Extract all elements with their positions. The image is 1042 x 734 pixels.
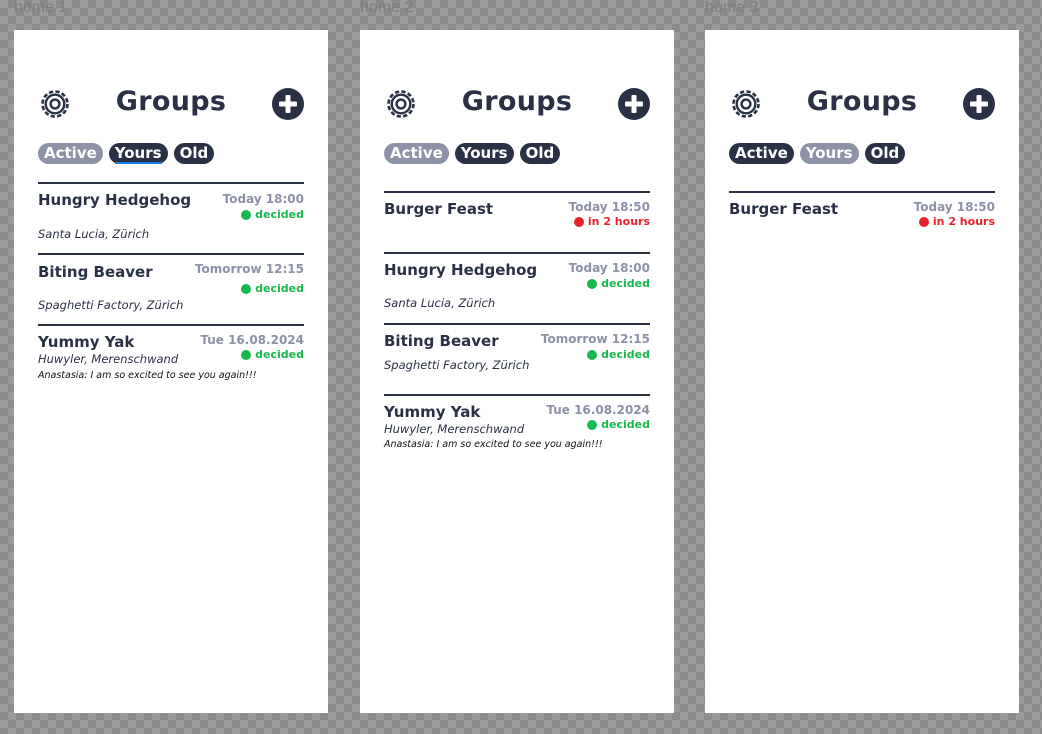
plus-circle-icon[interactable] bbox=[272, 88, 304, 120]
list-item[interactable]: Yummy Yak Tue 16.08.2024 decided Huwyler… bbox=[38, 324, 304, 394]
status-dot-icon bbox=[573, 216, 584, 227]
list-item[interactable]: Biting Beaver Tomorrow 12:15 decided Spa… bbox=[38, 253, 304, 324]
tab-label: Active bbox=[735, 144, 788, 162]
group-time: Today 18:00 bbox=[222, 192, 304, 206]
group-time: Tomorrow 12:15 bbox=[540, 332, 650, 346]
status-dot-icon bbox=[587, 419, 598, 430]
header: Groups bbox=[384, 86, 650, 120]
status-dot-icon bbox=[241, 209, 252, 220]
status-dot-icon bbox=[587, 349, 598, 360]
group-location: Huwyler, Merenschwand bbox=[384, 422, 525, 436]
status-label: decided bbox=[601, 418, 650, 431]
status-badge: in 2 hours bbox=[573, 215, 650, 228]
status-label: decided bbox=[255, 348, 304, 361]
list-item[interactable]: Burger Feast Today 18:50 in 2 hours bbox=[729, 191, 995, 252]
status-label: decided bbox=[255, 208, 304, 221]
list-item[interactable]: Yummy Yak Tue 16.08.2024 decided Huwyler… bbox=[384, 394, 650, 464]
group-location: Santa Lucia, Zürich bbox=[38, 227, 150, 241]
group-name: Hungry Hedgehog bbox=[384, 261, 538, 279]
group-name: Biting Beaver bbox=[384, 332, 499, 350]
status-badge: decided bbox=[241, 348, 304, 361]
group-time: Today 18:50 bbox=[913, 200, 995, 214]
tab-active[interactable]: Active bbox=[384, 143, 449, 164]
tab-label: Yours bbox=[460, 144, 508, 162]
status-dot-icon bbox=[587, 278, 598, 289]
page-title: Groups bbox=[115, 86, 227, 117]
group-time: Today 18:50 bbox=[568, 200, 650, 214]
screen-home-2: Groups Active Yours Old Burger Feast Tod… bbox=[360, 30, 674, 713]
header: Groups bbox=[729, 86, 995, 120]
tab-label: Active bbox=[390, 144, 443, 162]
status-label: in 2 hours bbox=[587, 215, 650, 228]
group-name: Yummy Yak bbox=[38, 333, 135, 351]
frame-label-home-3: home 3 bbox=[705, 0, 759, 16]
list-item[interactable]: Hungry Hedgehog Today 18:00 decided Sant… bbox=[38, 182, 304, 253]
group-time: Tomorrow 12:15 bbox=[194, 262, 304, 276]
frame-label-home-1: home 1 bbox=[14, 0, 68, 16]
status-badge: decided bbox=[241, 208, 304, 221]
group-location: Huwyler, Merenschwand bbox=[38, 352, 179, 366]
tab-label: Old bbox=[179, 144, 209, 162]
plus-circle-icon[interactable] bbox=[618, 88, 650, 120]
plus-circle-icon[interactable] bbox=[963, 88, 995, 120]
frame-label-home-2: home 2 bbox=[360, 0, 414, 16]
group-name: Yummy Yak bbox=[384, 403, 481, 421]
group-name: Hungry Hedgehog bbox=[38, 191, 192, 209]
group-list: Burger Feast Today 18:50 in 2 hours Hung… bbox=[384, 191, 650, 464]
status-label: in 2 hours bbox=[932, 215, 995, 228]
tab-label: Yours bbox=[114, 144, 162, 164]
group-location: Spaghetti Factory, Zürich bbox=[384, 358, 530, 372]
group-time: Tue 16.08.2024 bbox=[546, 403, 650, 417]
status-label: decided bbox=[601, 348, 650, 361]
tab-old[interactable]: Old bbox=[864, 143, 906, 164]
status-dot-icon bbox=[241, 283, 252, 294]
group-name: Biting Beaver bbox=[38, 263, 153, 281]
status-label: decided bbox=[255, 282, 304, 295]
tab-label: Yours bbox=[805, 144, 853, 162]
status-dot-icon bbox=[241, 349, 252, 360]
tab-label: Active bbox=[44, 144, 97, 162]
status-badge: decided bbox=[587, 348, 650, 361]
tab-bar: Active Yours Old bbox=[729, 143, 906, 164]
group-name: Burger Feast bbox=[384, 200, 494, 218]
tab-old[interactable]: Old bbox=[173, 143, 215, 164]
tab-bar: Active Yours Old bbox=[384, 143, 561, 164]
tab-active[interactable]: Active bbox=[729, 143, 794, 164]
group-list: Hungry Hedgehog Today 18:00 decided Sant… bbox=[38, 182, 304, 394]
tab-active[interactable]: Active bbox=[38, 143, 103, 164]
last-message: Anastasia: I am so excited to see you ag… bbox=[38, 370, 257, 381]
status-label: decided bbox=[601, 277, 650, 290]
tab-yours[interactable]: Yours bbox=[799, 143, 859, 164]
page-title: Groups bbox=[806, 86, 918, 117]
group-time: Today 18:00 bbox=[568, 261, 650, 275]
header: Groups bbox=[38, 86, 304, 120]
last-message: Anastasia: I am so excited to see you ag… bbox=[384, 439, 603, 450]
tab-label: Old bbox=[525, 144, 555, 162]
list-item[interactable]: Biting Beaver Tomorrow 12:15 decided Spa… bbox=[384, 323, 650, 394]
tab-yours[interactable]: Yours bbox=[454, 143, 514, 164]
status-badge: decided bbox=[587, 277, 650, 290]
status-badge: decided bbox=[587, 418, 650, 431]
group-list: Burger Feast Today 18:50 in 2 hours bbox=[729, 191, 995, 252]
page-title: Groups bbox=[461, 86, 573, 117]
tab-old[interactable]: Old bbox=[519, 143, 561, 164]
list-item[interactable]: Burger Feast Today 18:50 in 2 hours bbox=[384, 191, 650, 252]
tab-label: Old bbox=[870, 144, 900, 162]
group-location: Spaghetti Factory, Zürich bbox=[38, 298, 184, 312]
screen-home-1: Groups Active Yours Old Hungry Hedgehog … bbox=[14, 30, 328, 713]
group-location: Santa Lucia, Zürich bbox=[384, 296, 496, 310]
status-badge: in 2 hours bbox=[918, 215, 995, 228]
group-name: Burger Feast bbox=[729, 200, 839, 218]
status-dot-icon bbox=[918, 216, 929, 227]
screen-home-3: Groups Active Yours Old Burger Feast Tod… bbox=[705, 30, 1019, 713]
tab-bar: Active Yours Old bbox=[38, 143, 215, 164]
tab-yours[interactable]: Yours bbox=[108, 143, 168, 164]
status-badge: decided bbox=[241, 282, 304, 295]
list-item[interactable]: Hungry Hedgehog Today 18:00 decided Sant… bbox=[384, 252, 650, 323]
group-time: Tue 16.08.2024 bbox=[200, 333, 304, 347]
